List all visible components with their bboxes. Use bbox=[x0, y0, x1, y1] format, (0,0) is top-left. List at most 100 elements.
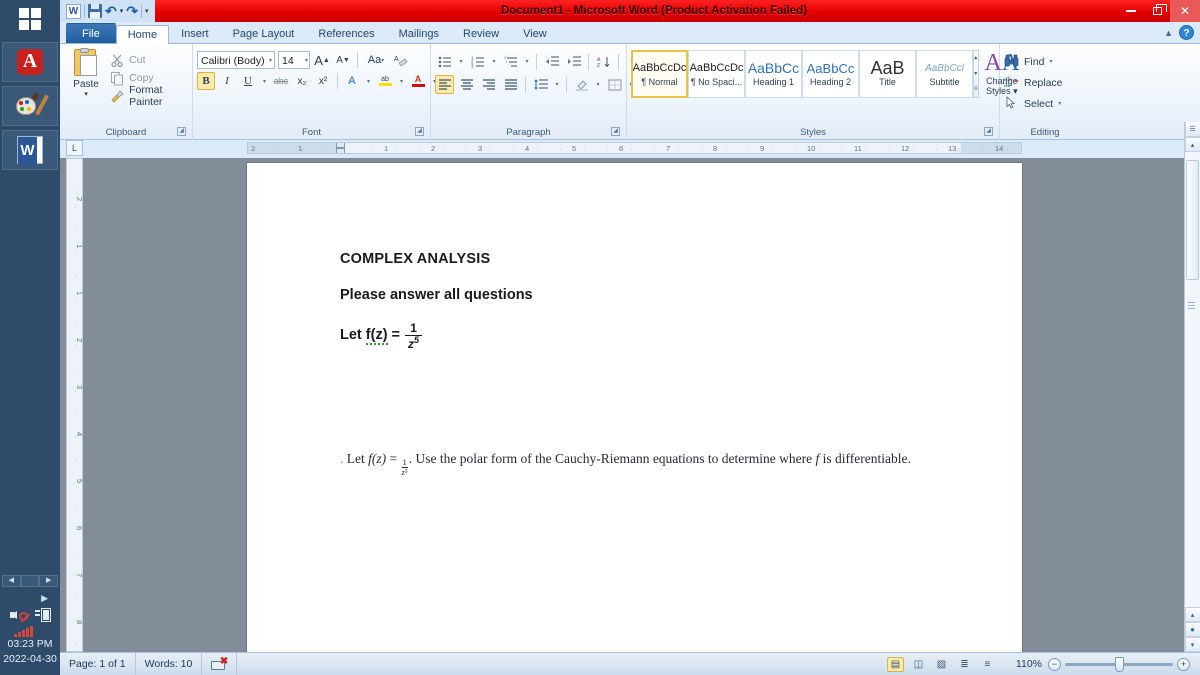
taskbar-scroll-right[interactable]: ▶ bbox=[39, 575, 59, 587]
style-item-no-spacing[interactable]: AaBbCcDc ¶ No Spaci... bbox=[688, 50, 745, 98]
numbering-button[interactable]: 123 bbox=[468, 52, 487, 71]
text-effects-caret-icon[interactable]: ▾ bbox=[364, 72, 373, 90]
line-spacing-caret-icon[interactable]: ▾ bbox=[553, 75, 561, 94]
sort-button[interactable]: AZ bbox=[594, 52, 613, 71]
justify-button[interactable] bbox=[501, 75, 520, 94]
taskbar-item-microsoft-word[interactable]: W bbox=[2, 130, 58, 170]
styles-scroll-up-icon[interactable]: ▴ bbox=[974, 51, 978, 66]
style-item-normal[interactable]: AaBbCcDc ¶ Normal bbox=[631, 50, 688, 98]
decrease-indent-button[interactable] bbox=[542, 52, 561, 71]
format-painter-button[interactable]: Format Painter bbox=[108, 84, 188, 108]
clipboard-dialog-launcher[interactable]: ◢ bbox=[177, 127, 186, 136]
find-button[interactable]: Find ▾ bbox=[1004, 52, 1052, 71]
paragraph-dialog-launcher[interactable]: ◢ bbox=[611, 127, 620, 136]
undo-icon[interactable]: ↶ bbox=[105, 4, 117, 18]
close-button[interactable]: ✕ bbox=[1170, 0, 1200, 22]
taskbar-scroll-mid[interactable] bbox=[20, 575, 40, 587]
clear-formatting-button[interactable]: A bbox=[392, 51, 410, 69]
style-item-heading-2[interactable]: AaBbCc Heading 2 bbox=[802, 50, 859, 98]
style-item-title[interactable]: AaB Title bbox=[859, 50, 916, 98]
numbering-caret-icon[interactable]: ▾ bbox=[490, 52, 498, 71]
restore-button[interactable] bbox=[1144, 0, 1170, 22]
collapse-ribbon-icon[interactable]: ▲ bbox=[1164, 28, 1173, 38]
font-dialog-launcher[interactable]: ◢ bbox=[415, 127, 424, 136]
tab-review[interactable]: Review bbox=[451, 24, 511, 43]
view-draft-button[interactable]: ≡ bbox=[979, 657, 996, 672]
shrink-font-button[interactable]: A ▼ bbox=[334, 51, 352, 69]
grow-font-button[interactable]: A ▲ bbox=[313, 51, 331, 69]
line-spacing-button[interactable] bbox=[531, 75, 550, 94]
highlight-caret-icon[interactable]: ▾ bbox=[397, 72, 406, 90]
next-page-button[interactable]: ▾ bbox=[1184, 637, 1200, 652]
previous-page-button[interactable]: ▴ bbox=[1184, 607, 1200, 622]
shading-caret-icon[interactable]: ▾ bbox=[594, 75, 602, 94]
borders-button[interactable] bbox=[605, 75, 624, 94]
taskbar-item-paint[interactable] bbox=[2, 86, 58, 126]
tab-references[interactable]: References bbox=[306, 24, 386, 43]
select-browse-object-button[interactable]: ● bbox=[1184, 622, 1200, 637]
scroll-split-handle[interactable]: ☰ bbox=[1184, 122, 1200, 137]
left-indent-marker[interactable] bbox=[336, 148, 345, 153]
word-app-icon[interactable]: W bbox=[66, 3, 81, 19]
signal-strength[interactable] bbox=[2, 626, 58, 637]
underline-caret-icon[interactable]: ▾ bbox=[260, 72, 269, 90]
tab-selector-button[interactable]: L bbox=[66, 140, 83, 156]
view-outline-button[interactable]: ≣ bbox=[956, 657, 973, 672]
volume-muted-icon[interactable] bbox=[9, 608, 28, 622]
subscript-button[interactable]: x₂ bbox=[293, 72, 311, 90]
zoom-slider-thumb[interactable] bbox=[1115, 656, 1124, 672]
zoom-out-button[interactable]: − bbox=[1048, 657, 1061, 671]
scroll-thumb[interactable] bbox=[1185, 160, 1199, 280]
italic-button[interactable]: I bbox=[218, 72, 236, 90]
tab-file[interactable]: File bbox=[66, 23, 116, 43]
align-right-button[interactable] bbox=[479, 75, 498, 94]
clock-time[interactable]: 03:23 PM bbox=[0, 637, 60, 652]
customize-qat-icon[interactable]: ▾ bbox=[145, 7, 149, 15]
style-item-heading-1[interactable]: AaBbCc Heading 1 bbox=[745, 50, 802, 98]
taskbar-item-adobe-acrobat[interactable]: A bbox=[2, 42, 58, 82]
select-caret-icon[interactable]: ▾ bbox=[1058, 100, 1061, 107]
bullets-button[interactable] bbox=[435, 52, 454, 71]
vertical-ruler[interactable]: 2112345678910····················· bbox=[66, 158, 84, 652]
scroll-up-button[interactable]: ▴ bbox=[1184, 137, 1200, 152]
tab-view[interactable]: View bbox=[511, 24, 559, 43]
paste-button[interactable]: Paste ▾ bbox=[64, 47, 108, 98]
multilevel-list-button[interactable]: 1i bbox=[501, 52, 520, 71]
change-case-button[interactable]: Aa ▾ bbox=[363, 51, 389, 69]
document-page[interactable]: COMPLEX ANALYSIS Please answer all quest… bbox=[247, 163, 1022, 652]
highlight-button[interactable]: ab bbox=[376, 72, 394, 90]
tab-page-layout[interactable]: Page Layout bbox=[221, 24, 307, 43]
vertical-scrollbar[interactable]: ☰ ▴ ▴ ● ▾ bbox=[1184, 122, 1200, 652]
style-item-subtitle[interactable]: AaBbCcl Subtitle bbox=[916, 50, 973, 98]
underline-button[interactable]: U bbox=[239, 72, 257, 90]
view-web-layout-button[interactable]: ▧ bbox=[933, 657, 950, 672]
bold-button[interactable]: B bbox=[197, 72, 215, 90]
page-indicator[interactable]: Page: 1 of 1 bbox=[60, 652, 136, 675]
shading-button[interactable] bbox=[572, 75, 591, 94]
battery-icon[interactable] bbox=[34, 608, 51, 622]
multilevel-caret-icon[interactable]: ▾ bbox=[523, 52, 531, 71]
help-icon[interactable]: ? bbox=[1179, 25, 1194, 40]
view-print-layout-button[interactable]: ▤ bbox=[886, 656, 904, 672]
font-name-combobox[interactable]: Calibri (Body) ▾ bbox=[197, 51, 275, 69]
styles-scroll-down-icon[interactable]: ▾ bbox=[974, 67, 978, 82]
styles-scrollbar[interactable]: ▴ ▾ ≡ bbox=[973, 50, 979, 98]
font-size-combobox[interactable]: 14 ▾ bbox=[278, 51, 310, 69]
redo-icon[interactable]: ↷ bbox=[126, 4, 138, 18]
font-size-caret-icon[interactable]: ▾ bbox=[305, 57, 308, 64]
find-caret-icon[interactable]: ▾ bbox=[1049, 58, 1052, 65]
styles-dialog-launcher[interactable]: ◢ bbox=[984, 127, 993, 136]
scroll-track[interactable] bbox=[1184, 152, 1200, 607]
zoom-in-button[interactable]: + bbox=[1177, 657, 1190, 671]
tab-mailings[interactable]: Mailings bbox=[387, 24, 451, 43]
document-body[interactable]: COMPLEX ANALYSIS Please answer all quest… bbox=[340, 251, 962, 350]
proofing-status[interactable]: ✖ bbox=[202, 652, 238, 675]
start-button[interactable] bbox=[0, 0, 60, 38]
font-color-button[interactable]: A bbox=[409, 72, 427, 90]
zoom-level-label[interactable]: 110% bbox=[1016, 658, 1042, 670]
tray-expand-arrow[interactable]: ▶ bbox=[2, 593, 58, 604]
clock-date[interactable]: 2022-04-30 bbox=[0, 652, 60, 667]
word-count[interactable]: Words: 10 bbox=[136, 652, 203, 675]
cut-button[interactable]: Cut bbox=[108, 51, 188, 69]
replace-button[interactable]: ab ac Replace bbox=[1004, 73, 1063, 92]
